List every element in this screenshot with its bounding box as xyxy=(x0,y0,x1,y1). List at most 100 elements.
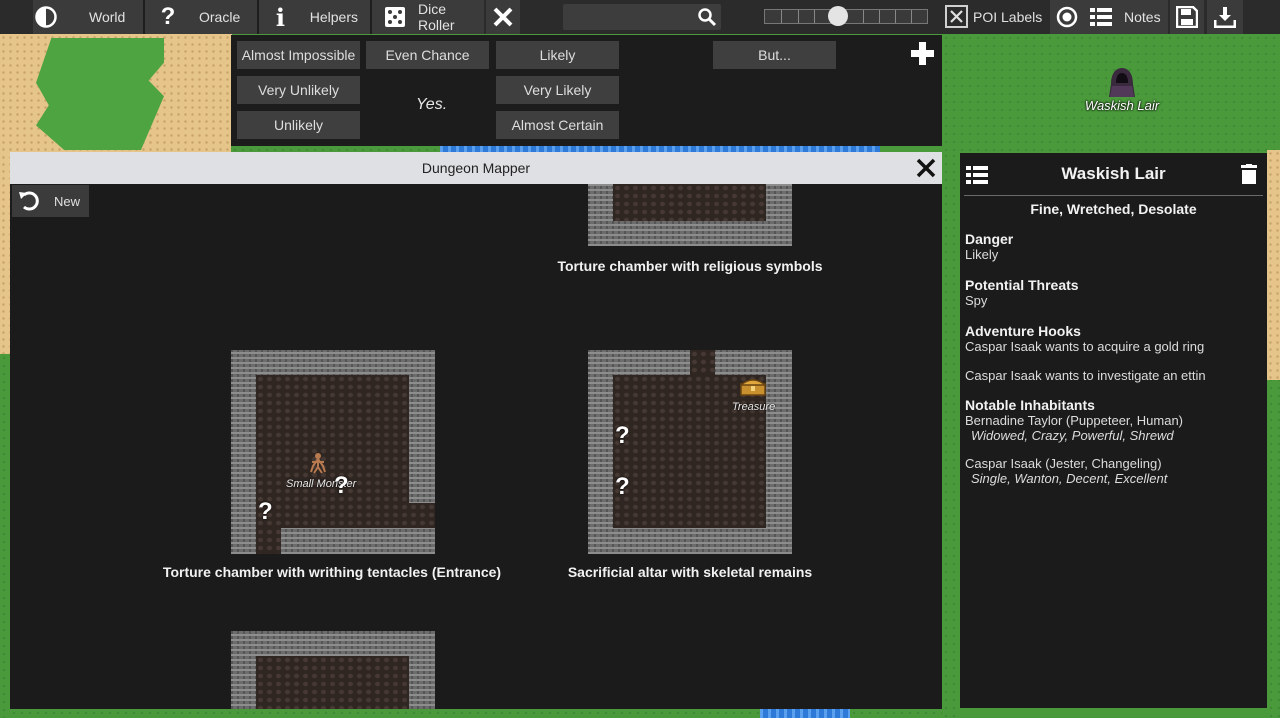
floppy-disk-icon xyxy=(1176,6,1198,28)
helpers-button[interactable]: i Helpers xyxy=(259,0,370,34)
room-exit xyxy=(256,528,281,554)
slider-tick xyxy=(781,10,782,23)
location-descriptors: Fine, Wretched, Desolate xyxy=(1030,201,1197,217)
helpers-label: Helpers xyxy=(309,9,358,25)
oracle-answer: Yes. xyxy=(416,96,448,113)
unknown-marker-icon[interactable]: ? xyxy=(258,498,273,526)
danger-value: Likely xyxy=(965,247,999,262)
monster-icon[interactable] xyxy=(309,452,327,479)
grass-terrain xyxy=(0,354,10,718)
inhabitant-name: Bernadine Taylor (Puppeteer, Human) xyxy=(965,413,1183,428)
unlikely-button[interactable]: Unlikely xyxy=(237,111,360,139)
plus-icon xyxy=(911,42,934,65)
list-icon xyxy=(1090,6,1112,28)
almost-certain-button[interactable]: Almost Certain xyxy=(496,111,619,139)
inhabitant-name: Caspar Isaak (Jester, Changeling) xyxy=(965,456,1162,471)
even-chance-button[interactable]: Even Chance xyxy=(366,41,489,69)
world-button[interactable]: World xyxy=(33,0,143,34)
question-icon: ? xyxy=(160,3,176,30)
dice-roller-label: Dice Roller xyxy=(418,1,455,33)
inhabitants-section: Notable Inhabitants Bernadine Taylor (Pu… xyxy=(965,397,1261,487)
save-button[interactable] xyxy=(1170,0,1204,34)
inhabitant-traits: Single, Wanton, Decent, Excellent xyxy=(971,471,1168,486)
slider-tick xyxy=(863,10,864,23)
room-corridor xyxy=(256,503,435,528)
poi-labels-label[interactable]: POI Labels xyxy=(973,9,1042,25)
room-caption: Sacrificial altar with skeletal remains xyxy=(567,564,813,580)
info-icon: i xyxy=(275,2,285,32)
hooded-figure-icon xyxy=(1109,68,1135,97)
water-terrain xyxy=(760,709,850,718)
section-heading: Danger xyxy=(965,231,1014,247)
section-heading: Adventure Hooks xyxy=(965,323,1081,339)
unknown-marker-icon[interactable]: ? xyxy=(615,473,630,501)
hook-item: Caspar Isaak wants to investigate an ett… xyxy=(965,368,1206,383)
sand-terrain xyxy=(1267,150,1280,380)
treasure-chest-icon[interactable] xyxy=(738,378,768,401)
notes-label: Notes xyxy=(1124,9,1161,25)
sand-terrain xyxy=(0,154,10,354)
room-caption: Torture chamber with religious symbols xyxy=(557,258,823,274)
room-floor xyxy=(256,656,409,709)
room-tile[interactable] xyxy=(588,184,792,246)
dungeon-mapper-titlebar[interactable]: Dungeon Mapper xyxy=(10,152,942,184)
hook-item: Caspar Isaak wants to acquire a gold rin… xyxy=(965,339,1205,354)
close-icon xyxy=(916,158,936,178)
add-oracle-button[interactable] xyxy=(910,41,935,71)
unknown-marker-icon[interactable]: ? xyxy=(615,422,630,450)
room-tile[interactable] xyxy=(231,631,435,709)
notes-button[interactable]: Notes xyxy=(1084,0,1168,34)
slider-tick xyxy=(879,10,880,23)
likely-button[interactable]: Likely xyxy=(496,41,619,69)
threats-value: Spy xyxy=(965,293,988,308)
oracle-panel: Almost Impossible Even Chance Likely But… xyxy=(231,35,942,146)
almost-impossible-button[interactable]: Almost Impossible xyxy=(237,41,360,69)
grass-terrain xyxy=(942,152,960,718)
delete-icon[interactable] xyxy=(1241,164,1257,189)
inhabitant-traits: Widowed, Crazy, Powerful, Shrewd xyxy=(971,428,1174,443)
dungeon-mapper-title: Dungeon Mapper xyxy=(421,160,531,176)
poi-waskish-lair[interactable]: Waskish Lair xyxy=(1076,66,1168,113)
close-panel-button[interactable] xyxy=(486,0,520,34)
slider-knob[interactable] xyxy=(827,6,848,26)
slider-tick xyxy=(895,10,896,23)
section-heading: Notable Inhabitants xyxy=(965,397,1095,413)
danger-section: Danger Likely xyxy=(965,231,1261,263)
slider-tick xyxy=(911,10,912,23)
very-unlikely-button[interactable]: Very Unlikely xyxy=(237,76,360,104)
location-panel: Waskish Lair Fine, Wretched, Desolate Da… xyxy=(960,153,1267,708)
new-dungeon-button[interactable]: New xyxy=(12,185,89,217)
slider-tick xyxy=(814,10,815,23)
zoom-slider[interactable] xyxy=(764,6,928,26)
search-icon xyxy=(697,7,717,32)
room-exit xyxy=(690,350,715,375)
oracle-button[interactable]: ? Oracle xyxy=(145,0,257,34)
threats-section: Potential Threats Spy xyxy=(965,277,1261,309)
room-caption: Torture chamber with writhing tentacles … xyxy=(162,564,502,580)
unknown-marker-icon[interactable]: ? xyxy=(334,472,349,500)
poi-label: Waskish Lair xyxy=(1084,98,1160,113)
very-likely-button[interactable]: Very Likely xyxy=(496,76,619,104)
search-input[interactable] xyxy=(563,4,721,30)
undo-arrow-icon xyxy=(19,191,39,211)
forest-area xyxy=(36,38,164,150)
dice-icon xyxy=(384,6,406,28)
poi-labels-checkbox[interactable] xyxy=(945,5,968,28)
close-icon xyxy=(492,6,514,28)
slider-tick xyxy=(798,10,799,23)
check-x-icon xyxy=(950,10,963,23)
section-heading: Potential Threats xyxy=(965,277,1079,293)
location-header: Waskish Lair xyxy=(960,153,1267,195)
oracle-label: Oracle xyxy=(199,9,241,25)
header-divider xyxy=(964,195,1263,196)
but-button[interactable]: But... xyxy=(713,41,836,69)
export-button[interactable] xyxy=(1207,0,1243,34)
center-map-button[interactable] xyxy=(1050,0,1084,34)
dice-roller-button[interactable]: Dice Roller xyxy=(372,0,484,34)
download-icon xyxy=(1214,6,1236,28)
world-label: World xyxy=(89,9,126,25)
close-button[interactable] xyxy=(914,156,938,183)
half-circle-icon xyxy=(35,6,57,28)
room-floor xyxy=(613,184,766,221)
treasure-label: Treasure xyxy=(732,401,776,413)
